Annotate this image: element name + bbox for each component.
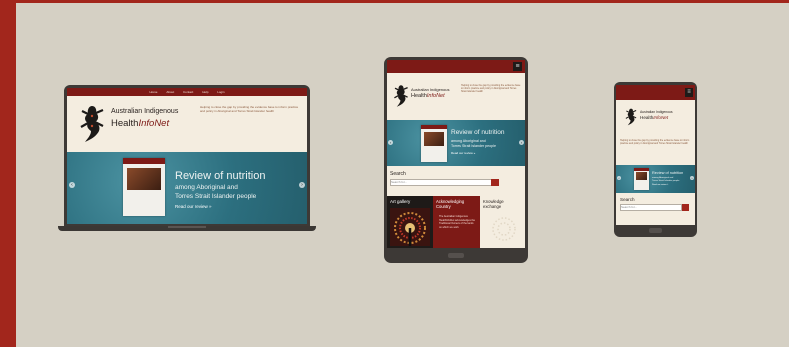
promo-subtitle-line1: among Aboriginal and — [451, 139, 486, 143]
cover-header — [123, 158, 165, 164]
cover-header — [634, 168, 649, 171]
tablet-home-button[interactable] — [448, 253, 464, 258]
carousel-prev-icon[interactable]: ‹ — [617, 176, 621, 180]
promo-subtitle-line1: among Aboriginal and — [652, 177, 674, 179]
gecko-logo-icon — [625, 108, 637, 126]
logo-text-infonet: InfoNet — [138, 118, 170, 129]
logo-text-line2: HealthInfoNet — [111, 118, 169, 129]
search-button[interactable] — [682, 204, 689, 211]
search-label: Search — [390, 171, 406, 177]
search-section: Search Search for... — [387, 166, 525, 196]
cover-image — [424, 132, 444, 146]
search-input[interactable]: Search for... — [390, 179, 492, 186]
cover-image — [636, 172, 647, 180]
site-header: Australian Indigenous HealthInfoNet Help… — [67, 96, 307, 152]
promo-title: Review of nutrition — [175, 170, 266, 182]
carousel-next-icon[interactable]: › — [299, 182, 305, 188]
logo-text-line2: HealthInfoNet — [411, 93, 445, 99]
promo-subtitle-line2: Torres Strait Islander people — [175, 193, 257, 200]
read-more-link[interactable]: Read our review » — [451, 151, 475, 155]
site-header-bar: ≡ — [387, 60, 525, 73]
search-button[interactable] — [491, 179, 499, 186]
site-tagline: Helping to close the gap by providing th… — [620, 139, 690, 146]
promo-banner[interactable]: ‹ Review of nutrition among Aboriginal a… — [387, 120, 525, 173]
promo-title: Review of nutrition — [652, 171, 684, 175]
phone-home-button[interactable] — [649, 228, 662, 233]
site-header: Australian Indigenous HealthInfoNet — [616, 100, 695, 137]
promo-banner[interactable]: ‹ Review of nutrition among Aboriginal a… — [616, 165, 695, 193]
carousel-prev-icon[interactable]: ‹ — [69, 182, 75, 188]
read-more-link[interactable]: Read our review » — [175, 204, 212, 209]
tile-art-gallery-title: Art gallery — [390, 199, 411, 204]
site-tagline: Helping to close the gap by providing th… — [200, 105, 299, 113]
tile-art-gallery[interactable]: Art gallery — [387, 196, 433, 248]
left-border — [0, 0, 16, 347]
tablet-screen: ≡ Australian Indigenous HealthInfoNet He… — [387, 60, 525, 248]
read-more-link[interactable]: Read our review » — [652, 184, 668, 186]
search-label: Search — [620, 197, 635, 202]
nutrition-review-cover — [634, 168, 649, 190]
tagline-section: Helping to close the gap by providing th… — [616, 137, 695, 165]
tile-pattern-icon — [492, 217, 516, 241]
laptop-screen: Home About Contact Help Login Australian… — [67, 88, 307, 224]
site-header-bar: Home About Contact Help Login — [67, 88, 307, 96]
carousel-prev-icon[interactable]: ‹ — [388, 140, 393, 145]
search-input[interactable]: Search for... — [620, 204, 682, 211]
logo-text-line1: Australian Indigenous — [640, 110, 673, 114]
art-gallery-image — [390, 208, 430, 246]
cover-image — [127, 168, 161, 190]
gecko-logo-icon — [394, 85, 408, 107]
tile-acknowledging-country-text: The Australian Indigenous HealthInfoNet … — [439, 215, 475, 229]
site-header: Australian Indigenous HealthInfoNet Help… — [387, 73, 525, 120]
logo-text-line1: Australian Indigenous — [411, 87, 450, 92]
phone-device: ≡ Australian Indigenous HealthInfoNet He… — [614, 82, 697, 237]
promo-title: Review of nutrition — [451, 129, 505, 136]
promo-subtitle-line2: Torres Strait Islander people — [652, 180, 680, 182]
logo-text-health: Health — [640, 115, 654, 120]
logo-text-line2: HealthInfoNet — [640, 115, 668, 120]
promo-subtitle-line2: Torres Strait Islander people — [451, 144, 496, 148]
logo-text-health: Health — [111, 118, 139, 129]
phone-screen: ≡ Australian Indigenous HealthInfoNet He… — [616, 85, 695, 225]
top-border — [0, 0, 789, 3]
promo-banner[interactable]: ‹ Review of nutrition among Aboriginal a… — [67, 152, 307, 224]
logo-text-line1: Australian Indigenous — [111, 108, 179, 115]
menu-icon[interactable]: ≡ — [513, 62, 522, 71]
cover-header — [421, 125, 447, 129]
site-header-bar: ≡ — [616, 85, 695, 100]
nav-item[interactable]: Help — [202, 88, 208, 96]
logo-text-health: Health — [411, 93, 427, 99]
nav-item[interactable]: About — [166, 88, 174, 96]
tile-acknowledging-country[interactable]: Acknowledging Country The Australian Ind… — [433, 196, 480, 248]
nutrition-review-cover — [123, 158, 165, 216]
site-tagline: Helping to close the gap by providing th… — [461, 84, 521, 94]
menu-icon[interactable]: ≡ — [685, 88, 693, 97]
nav-item[interactable]: Contact — [183, 88, 193, 96]
tile-knowledge-exchange-title: Knowledge exchange — [483, 199, 504, 210]
tablet-device: ≡ Australian Indigenous HealthInfoNet He… — [384, 57, 528, 263]
nutrition-review-cover — [421, 125, 447, 162]
logo-text-infonet: InfoNet — [653, 115, 669, 120]
gecko-logo-icon — [80, 106, 104, 142]
carousel-next-icon[interactable]: › — [690, 176, 694, 180]
nav-item[interactable]: Login — [217, 88, 224, 96]
promo-subtitle-line1: among Aboriginal and — [175, 184, 238, 191]
search-section: Search Search for... — [616, 193, 695, 225]
tile-acknowledging-country-title: Acknowledging Country — [436, 199, 465, 210]
laptop-device: Home About Contact Help Login Australian… — [64, 85, 310, 227]
logo-text-infonet: InfoNet — [426, 93, 445, 99]
carousel-next-icon[interactable]: › — [519, 140, 524, 145]
nav-item[interactable]: Home — [149, 88, 157, 96]
laptop-base-notch — [168, 226, 206, 228]
tile-knowledge-exchange[interactable]: Knowledge exchange — [480, 196, 525, 248]
